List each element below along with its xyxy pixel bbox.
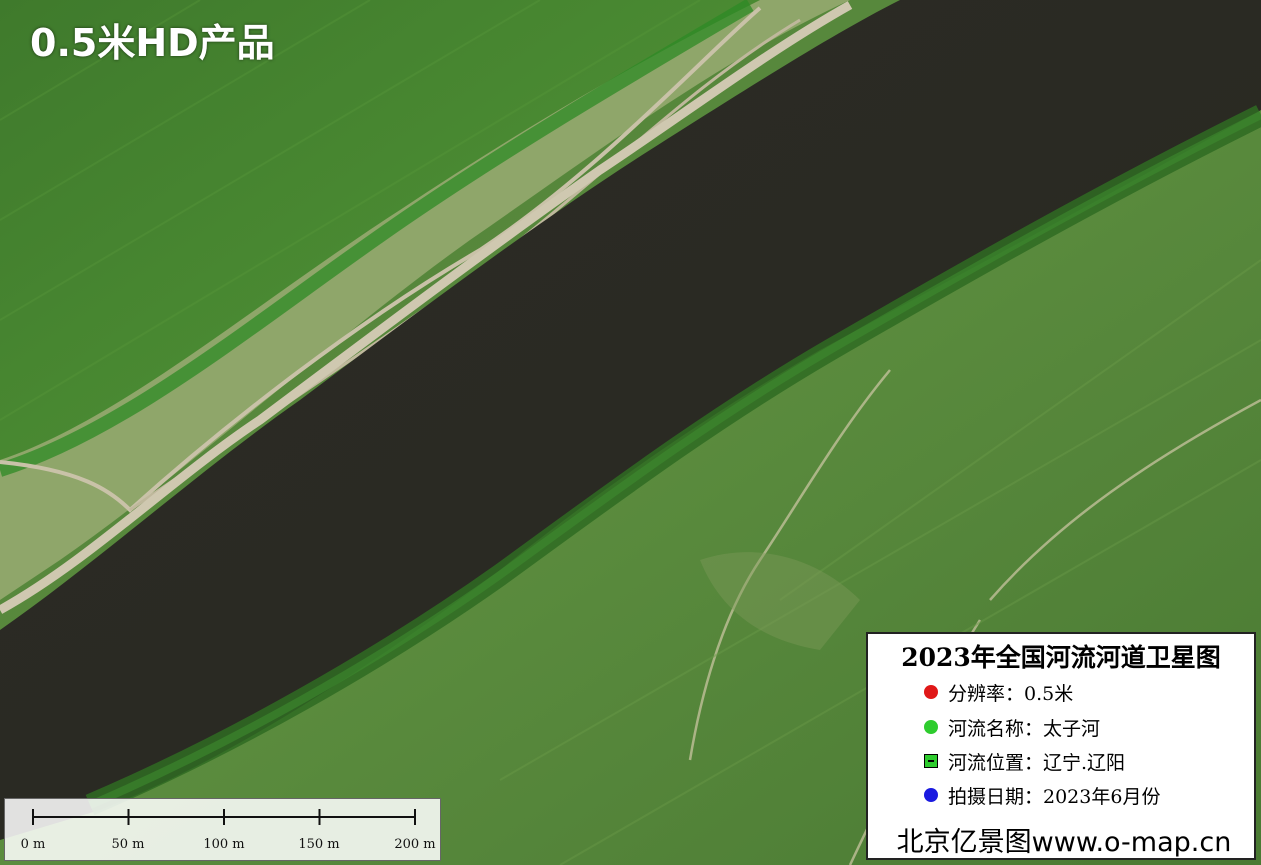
legend-title: 2023年全国河流河道卫星图 xyxy=(901,643,1221,672)
map-view[interactable]: { "badge": "0.5米HD产品", "legend": { "titl… xyxy=(0,0,1261,865)
scale-label-200: 200 m xyxy=(394,837,436,852)
scale-label-100: 100 m xyxy=(203,837,245,852)
legend-item-label: 河流名称：太子河 xyxy=(948,717,1101,740)
legend-item-river-location: 河流位置：辽宁.辽阳 xyxy=(924,748,1125,774)
blue-dot-icon xyxy=(924,788,938,802)
green-flag-icon xyxy=(924,754,938,768)
legend-item-label: 拍摄日期：2023年6月份 xyxy=(948,785,1161,808)
legend-item-capture-date: 拍摄日期：2023年6月份 xyxy=(924,782,1160,808)
legend-item-resolution: 分辨率：0.5米 xyxy=(924,679,1073,705)
map-legend: 2023年全国河流河道卫星图 分辨率：0.5米 河流名称：太子河 河流位置：辽宁… xyxy=(866,632,1256,860)
green-dot-icon xyxy=(924,720,938,734)
scale-bar: 0 m 50 m 100 m 150 m 200 m xyxy=(4,798,441,861)
scale-bar-graphic xyxy=(32,809,416,825)
product-badge: 0.5米HD产品 xyxy=(30,21,275,65)
legend-item-label: 河流位置：辽宁.辽阳 xyxy=(948,751,1126,774)
red-dot-icon xyxy=(924,685,938,699)
credit-link[interactable]: 北京亿景图www.o-map.cn xyxy=(874,820,1254,859)
scale-label-150: 150 m xyxy=(298,837,340,852)
legend-item-label: 分辨率：0.5米 xyxy=(948,682,1074,705)
legend-item-river-name: 河流名称：太子河 xyxy=(924,714,1100,740)
scale-label-0: 0 m xyxy=(20,837,46,852)
scale-label-50: 50 m xyxy=(111,837,145,852)
